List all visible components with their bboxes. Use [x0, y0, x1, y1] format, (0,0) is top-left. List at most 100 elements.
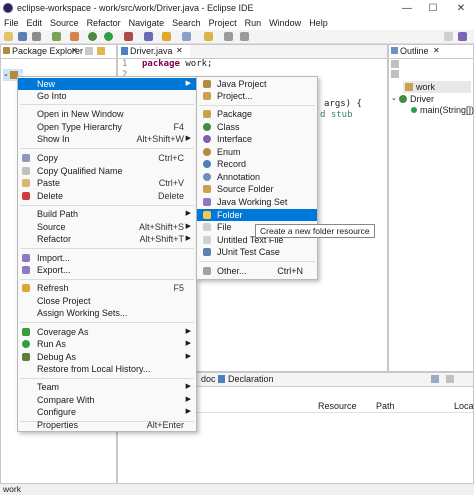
menu-lbl: Source Folder: [217, 184, 274, 194]
expand-chevron-icon[interactable]: ⌄: [3, 69, 9, 81]
menu-item-refactor[interactable]: Refactor Alt+Shift+T ▶: [18, 233, 196, 245]
back-icon[interactable]: [224, 32, 233, 41]
outline-close-icon[interactable]: ✕: [433, 45, 440, 57]
tab-javadoc[interactable]: doc: [201, 373, 216, 385]
menu-separator: [20, 248, 194, 249]
debug-icon[interactable]: [88, 32, 97, 41]
menu-item-import[interactable]: Import...: [18, 252, 196, 264]
menu-sc: Ctrl+C: [158, 153, 184, 163]
submenu-item-annotation[interactable]: Annotation: [197, 171, 317, 183]
menu-item-configure[interactable]: Configure ▶: [18, 406, 196, 418]
other-wizard-icon: [203, 267, 211, 275]
outline-item-work[interactable]: work: [403, 81, 471, 93]
code-line-1[interactable]: package work;: [142, 59, 212, 70]
submenu-item-record[interactable]: Record: [197, 158, 317, 170]
search-icon[interactable]: [182, 32, 191, 41]
enum-icon: [203, 148, 211, 156]
submenu-item-interface[interactable]: Interface: [197, 133, 317, 145]
editor-tab-label[interactable]: Driver.java: [130, 45, 173, 57]
menu-item-debug-as[interactable]: Debug As ▶: [18, 351, 196, 363]
menu-navigate[interactable]: Navigate: [125, 17, 169, 30]
menu-item-show-in[interactable]: Show In Alt+Shift+W ▶: [18, 133, 196, 145]
forward-icon[interactable]: [240, 32, 249, 41]
submenu-item-class[interactable]: Class: [197, 121, 317, 133]
menu-item-go-into[interactable]: Go Into: [18, 90, 196, 102]
coverage-icon[interactable]: [124, 32, 133, 41]
menu-lbl: Build Path: [37, 209, 79, 219]
menu-project[interactable]: Project: [205, 17, 241, 30]
menu-sc: Alt+Shift+S: [138, 222, 184, 232]
menu-item-refresh[interactable]: Refresh F5: [18, 282, 196, 294]
menu-item-build-path[interactable]: Build Path ▶: [18, 208, 196, 220]
menu-file[interactable]: File: [0, 17, 23, 30]
menu-refactor[interactable]: Refactor: [83, 17, 125, 30]
submenu-item-junit-test-case[interactable]: JUnit Test Case: [197, 246, 317, 258]
perspective-icon[interactable]: [444, 32, 453, 41]
menu-item-open-in-new-window[interactable]: Open in New Window: [18, 108, 196, 120]
submenu-item-java-working-set[interactable]: Java Working Set: [197, 196, 317, 208]
menu-item-open-type-hierarchy[interactable]: Open Type Hierarchy F4: [18, 121, 196, 133]
new-java-project-icon[interactable]: [52, 32, 61, 41]
menu-item-run-as[interactable]: Run As ▶: [18, 338, 196, 350]
menu-item-export[interactable]: Export...: [18, 264, 196, 276]
submenu-item-package[interactable]: Package: [197, 108, 317, 120]
menu-sc: F4: [173, 122, 184, 132]
view-menu-icon[interactable]: [446, 375, 454, 383]
save-all-icon[interactable]: [32, 32, 41, 41]
annotation-icon[interactable]: [204, 32, 213, 41]
collapse-all-icon[interactable]: [85, 47, 93, 55]
outline-item-main[interactable]: main(String[]): [409, 104, 474, 116]
menu-item-copy[interactable]: Copy Ctrl+C: [18, 152, 196, 164]
menu-item-properties[interactable]: Properties Alt+Enter: [18, 419, 196, 431]
new-class-icon[interactable]: [144, 32, 153, 41]
submenu-item-source-folder[interactable]: Source Folder: [197, 183, 317, 195]
package-explorer-close-icon[interactable]: ✕: [71, 45, 78, 57]
tab-declaration[interactable]: Declaration: [228, 373, 274, 385]
package-icon: [203, 110, 211, 118]
run-icon[interactable]: [104, 32, 113, 41]
submenu-item-enum[interactable]: Enum: [197, 146, 317, 158]
menu-item-source[interactable]: Source Alt+Shift+S ▶: [18, 221, 196, 233]
outline-tab[interactable]: Outline: [400, 45, 429, 57]
menu-item-copy-qualified-name[interactable]: Copy Qualified Name: [18, 165, 196, 177]
submenu-item-java-project[interactable]: Java Project: [197, 78, 317, 90]
menu-run[interactable]: Run: [241, 17, 266, 30]
column-resource[interactable]: Resource: [318, 400, 357, 412]
minimize-button[interactable]: —: [394, 0, 420, 17]
column-location[interactable]: Locati: [454, 400, 474, 412]
editor-tab-close-icon[interactable]: ✕: [176, 45, 183, 57]
menu-item-new[interactable]: New ▶: [18, 78, 196, 90]
sort-icon[interactable]: [391, 60, 399, 68]
close-window-button[interactable]: ✕: [448, 0, 474, 17]
submenu-item-project[interactable]: Project...: [197, 90, 317, 102]
menu-item-coverage-as[interactable]: Coverage As ▶: [18, 326, 196, 338]
link-editor-icon[interactable]: [97, 47, 105, 55]
new-icon[interactable]: [4, 32, 13, 41]
menu-item-close-project[interactable]: Close Project: [18, 295, 196, 307]
menu-edit[interactable]: Edit: [23, 17, 47, 30]
menu-item-delete[interactable]: Delete Delete: [18, 190, 196, 202]
submenu-item-other[interactable]: Other... Ctrl+N: [197, 265, 317, 277]
menu-help[interactable]: Help: [305, 17, 332, 30]
maximize-button[interactable]: ☐: [420, 0, 446, 17]
menu-search[interactable]: Search: [168, 17, 205, 30]
menu-lbl: Folder: [217, 210, 243, 220]
java-perspective-icon[interactable]: [458, 32, 467, 41]
menu-item-paste[interactable]: Paste Ctrl+V: [18, 177, 196, 189]
save-icon[interactable]: [18, 32, 27, 41]
menu-window[interactable]: Window: [265, 17, 305, 30]
menu-item-team[interactable]: Team ▶: [18, 381, 196, 393]
menu-lbl: Record: [217, 159, 247, 169]
menu-lbl: Assign Working Sets...: [37, 308, 128, 318]
column-path[interactable]: Path: [376, 400, 395, 412]
open-type-icon[interactable]: [162, 32, 171, 41]
build-icon[interactable]: [70, 32, 79, 41]
menu-source[interactable]: Source: [46, 17, 83, 30]
menu-item-restore-local-history[interactable]: Restore from Local History...: [18, 363, 196, 375]
filter-icon[interactable]: [391, 70, 399, 78]
menu-item-assign-working-sets[interactable]: Assign Working Sets...: [18, 307, 196, 319]
menu-item-compare-with[interactable]: Compare With ▶: [18, 394, 196, 406]
filter-icon[interactable]: [431, 375, 439, 383]
submenu-item-folder[interactable]: Folder: [197, 209, 317, 221]
outline-expand-icon[interactable]: ⌄: [391, 93, 397, 105]
